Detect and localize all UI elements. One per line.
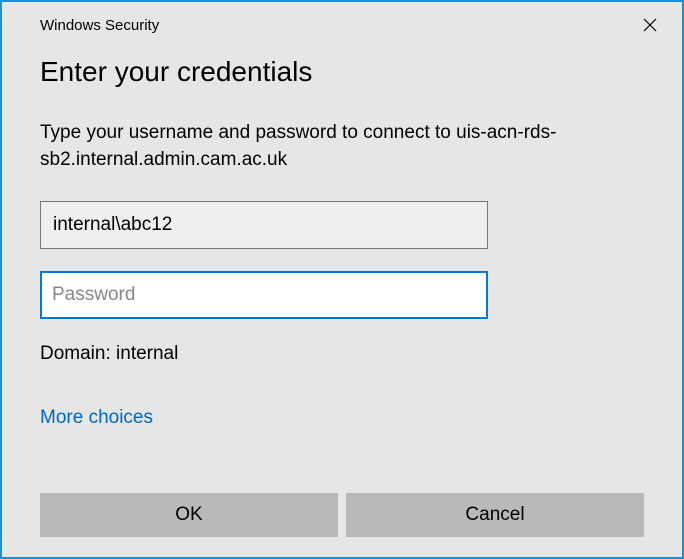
username-input[interactable]: internal\abc12 (40, 201, 488, 249)
cancel-button[interactable]: Cancel (346, 493, 644, 537)
ok-button[interactable]: OK (40, 493, 338, 537)
dialog-prompt: Type your username and password to conne… (40, 120, 644, 173)
dialog-heading: Enter your credentials (40, 56, 644, 88)
window-title: Windows Security (40, 17, 159, 34)
more-choices-link[interactable]: More choices (40, 407, 153, 429)
button-row: OK Cancel (2, 493, 682, 537)
password-input[interactable] (40, 271, 488, 319)
close-button[interactable] (630, 10, 670, 40)
username-value: internal\abc12 (53, 214, 172, 236)
close-icon (643, 18, 657, 32)
titlebar: Windows Security (2, 2, 682, 44)
dialog-content: Enter your credentials Type your usernam… (2, 44, 682, 459)
credentials-dialog: Windows Security Enter your credentials … (0, 0, 684, 559)
domain-label: Domain: internal (40, 343, 644, 365)
